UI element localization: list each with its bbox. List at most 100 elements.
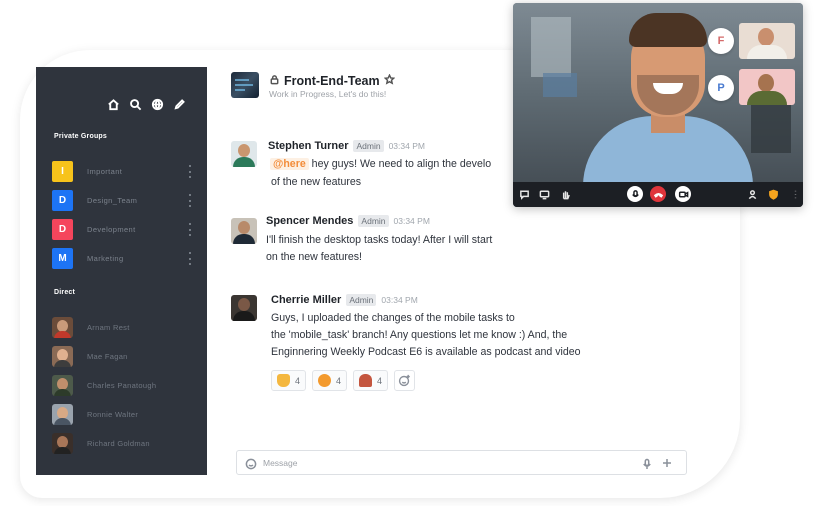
- avatar: [52, 404, 73, 425]
- direct-list: Arnam Rest Mae Fagan Charles Panatough R…: [52, 313, 202, 458]
- participant-avatar[interactable]: F: [708, 28, 734, 54]
- avatar[interactable]: [231, 218, 257, 244]
- pencil-icon[interactable]: [172, 97, 186, 111]
- reaction-person[interactable]: 4: [353, 370, 389, 391]
- message-line: hey guys! We need to align the develo: [311, 158, 492, 170]
- room-title[interactable]: Front-End-Team: [284, 74, 380, 88]
- plus-icon[interactable]: [661, 456, 673, 468]
- room-topic: Work in Progress, Let's do this!: [269, 89, 387, 99]
- kebab-menu-icon[interactable]: [189, 223, 192, 236]
- participant-avatar[interactable]: P: [708, 75, 734, 101]
- message-line: of the new features: [271, 176, 362, 188]
- direct-label: Charles Panatough: [87, 381, 157, 390]
- message-header: Stephen Turner Admin 03:34 PM: [268, 140, 425, 152]
- screen-share-icon[interactable]: [538, 188, 550, 200]
- reaction-count: 4: [295, 375, 301, 386]
- role-badge: Admin: [353, 140, 384, 152]
- message-line: the 'mobile_task' branch! Any questions …: [271, 329, 568, 341]
- heart-eyes-icon: [318, 374, 332, 387]
- avatar: [52, 317, 73, 338]
- sidebar-toolbar: [106, 97, 186, 111]
- reaction-count: 4: [336, 375, 342, 386]
- participant-thumbnail[interactable]: [739, 23, 795, 59]
- add-emoji-icon: [398, 374, 410, 387]
- direct-label: Richard Goldman: [87, 439, 150, 448]
- kebab-menu-icon[interactable]: [189, 252, 192, 265]
- message-time: 03:34 PM: [393, 216, 430, 226]
- reaction-heart-eyes[interactable]: 4: [312, 370, 348, 391]
- group-badge: I: [52, 161, 73, 182]
- home-icon[interactable]: [106, 97, 120, 111]
- message-author[interactable]: Stephen Turner: [268, 140, 348, 152]
- thumbs-up-icon: [277, 374, 290, 387]
- sidebar-item-direct[interactable]: Ronnie Walter: [52, 400, 202, 429]
- sidebar-item-marketing[interactable]: M Marketing: [52, 244, 202, 273]
- group-badge: D: [52, 190, 73, 211]
- call-controls-bar: [513, 182, 803, 207]
- room-avatar: [231, 72, 259, 98]
- reaction-thumbs-up[interactable]: 4: [271, 370, 307, 391]
- participants-icon[interactable]: [746, 188, 758, 200]
- role-badge: Admin: [346, 294, 377, 306]
- sidebar-item-direct[interactable]: Arnam Rest: [52, 313, 202, 342]
- avatar[interactable]: [231, 295, 257, 321]
- message-line: Guys, I uploaded the changes of the mobi…: [271, 312, 515, 324]
- message-author[interactable]: Cherrie Miller: [271, 294, 341, 306]
- group-label: Important: [87, 167, 123, 176]
- avatar[interactable]: [231, 141, 257, 167]
- person-emoji-icon: [359, 374, 373, 387]
- direct-title: Direct: [54, 289, 76, 296]
- camera-toggle-icon[interactable]: [675, 186, 691, 202]
- microphone-toggle-icon[interactable]: [627, 186, 643, 202]
- message-composer: [236, 450, 687, 475]
- search-icon[interactable]: [128, 97, 142, 111]
- security-shield-icon[interactable]: [767, 188, 779, 200]
- direct-label: Ronnie Walter: [87, 410, 139, 419]
- reactions-bar: 4 4 4: [271, 370, 416, 391]
- message-input[interactable]: [263, 454, 613, 472]
- sidebar-item-direct[interactable]: Mae Fagan: [52, 342, 202, 371]
- sidebar-item-important[interactable]: I Important: [52, 157, 202, 186]
- participant-thumbnail[interactable]: [739, 69, 795, 105]
- sidebar: Private Groups I Important D Design_Team…: [36, 67, 207, 475]
- globe-icon[interactable]: [150, 97, 164, 111]
- group-badge: M: [52, 248, 73, 269]
- emoji-icon[interactable]: [245, 457, 257, 470]
- video-call-window: F P: [513, 3, 803, 207]
- message-line: I'll finish the desktop tasks today! Aft…: [266, 234, 493, 246]
- add-reaction-button[interactable]: [394, 370, 416, 391]
- room-header: Front-End-Team: [269, 72, 396, 90]
- message-header: Spencer Mendes Admin 03:34 PM: [266, 215, 430, 227]
- more-options-icon[interactable]: [789, 188, 801, 200]
- message-line: Enginnering Weekly Podcast E6 is availab…: [271, 346, 581, 358]
- message-time: 03:34 PM: [388, 141, 425, 151]
- reaction-count: 4: [377, 375, 383, 386]
- group-label: Development: [87, 225, 136, 234]
- message-time: 03:34 PM: [381, 295, 418, 305]
- message-text: @here hey guys! We need to align the dev…: [270, 156, 491, 173]
- avatar: [52, 375, 73, 396]
- mention[interactable]: @here: [270, 158, 309, 170]
- sidebar-item-direct[interactable]: Charles Panatough: [52, 371, 202, 400]
- sidebar-item-development[interactable]: D Development: [52, 215, 202, 244]
- direct-label: Arnam Rest: [87, 323, 130, 332]
- private-groups-title: Private Groups: [54, 133, 107, 140]
- group-list: I Important D Design_Team D Development …: [52, 157, 202, 273]
- group-label: Marketing: [87, 254, 124, 263]
- kebab-menu-icon[interactable]: [189, 165, 192, 178]
- group-badge: D: [52, 219, 73, 240]
- sidebar-item-design-team[interactable]: D Design_Team: [52, 186, 202, 215]
- message-header: Cherrie Miller Admin 03:34 PM: [271, 294, 418, 306]
- kebab-menu-icon[interactable]: [189, 194, 192, 207]
- group-label: Design_Team: [87, 196, 138, 205]
- sidebar-item-direct[interactable]: Richard Goldman: [52, 429, 202, 458]
- microphone-icon[interactable]: [641, 457, 653, 469]
- message-author[interactable]: Spencer Mendes: [266, 215, 353, 227]
- lock-icon: [269, 72, 280, 90]
- direct-label: Mae Fagan: [87, 352, 128, 361]
- raise-hand-icon[interactable]: [559, 188, 571, 200]
- chat-icon[interactable]: [518, 188, 530, 200]
- avatar: [52, 433, 73, 454]
- star-icon[interactable]: [383, 72, 396, 90]
- hang-up-icon[interactable]: [650, 186, 666, 202]
